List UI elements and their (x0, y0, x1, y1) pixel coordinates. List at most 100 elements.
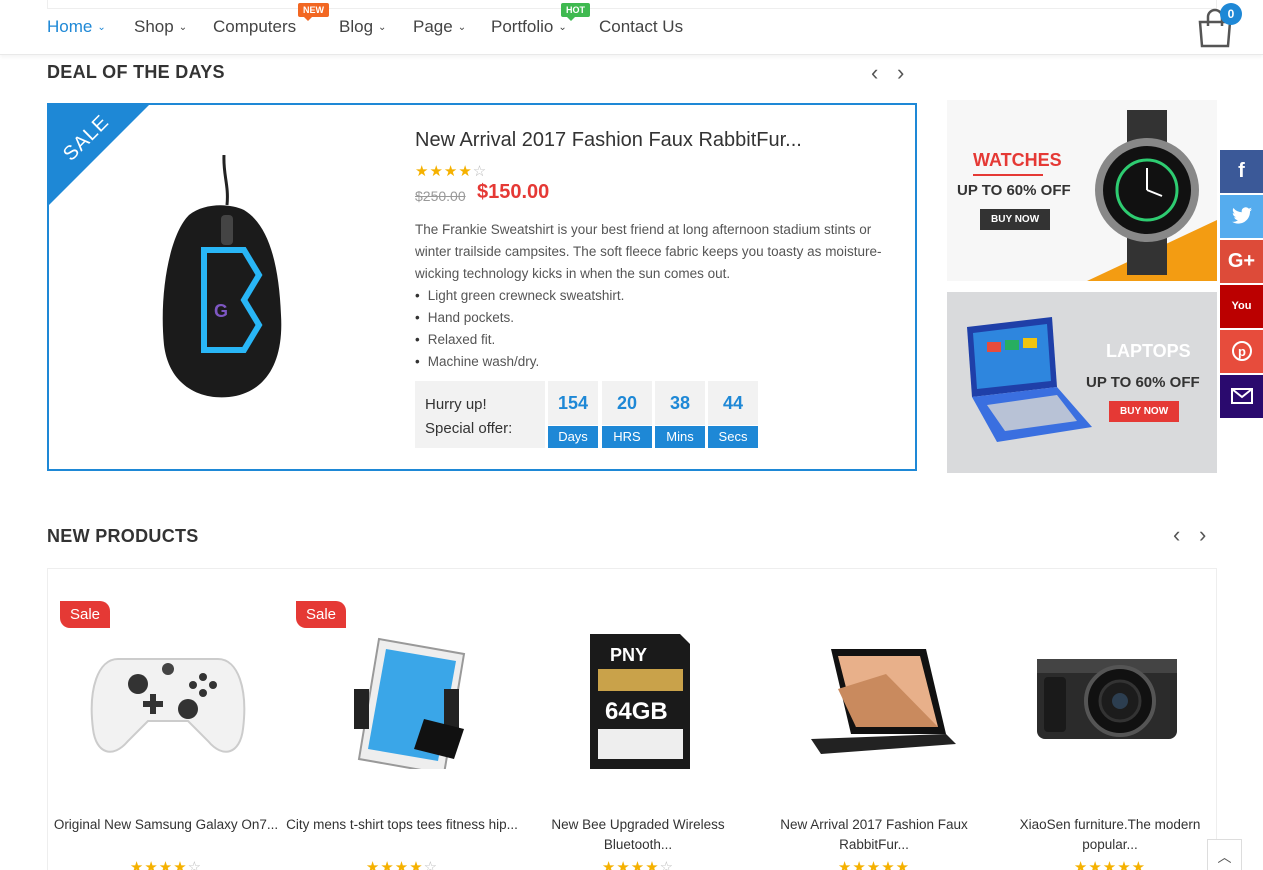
chevron-down-icon: ⌄ (178, 22, 188, 33)
nav-shop[interactable]: Shop ⌄ (134, 17, 187, 37)
watches-banner-title: WATCHES (973, 150, 1062, 170)
svg-text:p: p (1238, 344, 1246, 359)
laptops-buy-now-button[interactable]: BUY NOW (1109, 401, 1180, 422)
new-badge: NEW (298, 3, 329, 21)
feature-item: Relaxed fit. (415, 329, 624, 351)
top-navigation: Home ⌄ Shop ⌄ Computers NEW Blog ⌄ Page ⌄ Po… (0, 0, 1263, 55)
new-products-carousel: Sale Original New Samsung Galaxy On7... … (47, 568, 1217, 870)
twitter-icon[interactable] (1220, 195, 1263, 238)
product-rating-stars: ★★★★☆ (129, 859, 203, 870)
chevron-down-icon: ⌄ (457, 22, 467, 33)
nav-page[interactable]: Page ⌄ (413, 17, 466, 37)
chevron-down-icon: ⌄ (558, 22, 567, 33)
product-card[interactable]: PNY 64GB New Bee Upgraded Wireless Bluet… (520, 569, 756, 870)
chevron-down-icon: ⌄ (378, 22, 387, 33)
pinterest-icon[interactable]: p (1220, 330, 1263, 373)
hot-badge: HOT (561, 3, 590, 21)
product-name[interactable]: New Arrival 2017 Fashion Faux RabbitFur.… (756, 815, 992, 855)
products-prev-arrow-icon[interactable]: ‹ (1173, 524, 1180, 546)
product-card[interactable]: XiaoSen furniture.The modern popular... … (992, 569, 1228, 870)
laptops-banner[interactable]: LAPTOPS UP TO 60% OFF BUY NOW (947, 292, 1217, 473)
countdown-secs-value: 44 (708, 381, 758, 425)
product-rating-stars: ★★★★★ (1073, 859, 1147, 870)
game-controller-image (90, 658, 246, 753)
new-products-title: NEW PRODUCTS (47, 526, 199, 546)
nav-contact-us[interactable]: Contact Us (599, 17, 683, 37)
deal-next-arrow-icon[interactable]: › (897, 62, 904, 84)
product-name[interactable]: Original New Samsung Galaxy On7... (48, 815, 284, 835)
deal-rating-stars: ★★★★☆ (415, 163, 488, 180)
convertible-laptop-image (811, 649, 956, 754)
pinterest-p-icon: p (1231, 341, 1252, 361)
laptop-image (967, 317, 1092, 442)
google-plus-icon[interactable]: G+ (1220, 240, 1263, 283)
product-card[interactable]: Sale City mens t-shirt tops tees fitness… (284, 569, 520, 870)
nav-home[interactable]: Home ⌄ (47, 17, 106, 37)
deal-prev-arrow-icon[interactable]: ‹ (871, 62, 878, 84)
twitter-bird-icon (1231, 207, 1252, 224)
facebook-glyph: f (1238, 160, 1245, 182)
svg-text:PNY: PNY (610, 645, 647, 665)
feature-item: Light green crewneck sweatshirt. (415, 285, 625, 307)
product-rating-stars: ★★★★☆ (365, 859, 439, 870)
nav-portfolio[interactable]: Portfolio ⌄ (491, 17, 567, 37)
product-name[interactable]: XiaoSen furniture.The modern popular... (992, 815, 1228, 855)
svg-text:G: G (214, 301, 228, 321)
gaming-mouse-image[interactable]: G (149, 155, 299, 405)
watches-banner[interactable]: WATCHES UP TO 60% OFF BUY NOW (947, 100, 1217, 281)
product-name[interactable]: New Bee Upgraded Wireless Bluetooth... (520, 815, 756, 855)
svg-text:64GB: 64GB (605, 698, 668, 725)
countdown-hours-label: HRS (602, 426, 652, 448)
product-name[interactable]: City mens t-shirt tops tees fitness hip.… (284, 815, 520, 835)
countdown-days: 154 Days (548, 381, 598, 448)
deal-description: The Frankie Sweatshirt is your best frie… (415, 222, 882, 281)
watches-buy-now-button[interactable]: BUY NOW (980, 209, 1051, 230)
nav-blog-label: Blog (339, 17, 374, 36)
deal-product-title[interactable]: New Arrival 2017 Fashion Faux RabbitFur.… (415, 129, 802, 152)
chevron-down-icon: ⌄ (97, 22, 106, 33)
countdown-mins-label: Mins (655, 426, 705, 448)
nav-computers-label: Computers (213, 17, 297, 36)
product-card[interactable]: Sale Original New Samsung Galaxy On7... … (48, 569, 284, 870)
nav-computers[interactable]: Computers (213, 17, 296, 37)
laptops-banner-subtitle: UP TO 60% OFF (1086, 374, 1200, 391)
title-underline (973, 174, 1043, 176)
sd-card-image: PNY 64GB (590, 634, 690, 769)
nav-shop-label: Shop (134, 17, 174, 36)
youtube-icon[interactable]: You (1220, 285, 1263, 328)
hurry-line-1: Hurry up! (425, 396, 487, 413)
deal-old-price: $250.00 (415, 188, 466, 204)
nav-portfolio-label: Portfolio (491, 17, 554, 36)
product-card[interactable]: New Arrival 2017 Fashion Faux RabbitFur.… (756, 569, 992, 870)
watches-banner-subtitle: UP TO 60% OFF (957, 182, 1071, 199)
deal-new-price: $150.00 (477, 181, 550, 203)
product-rating-stars: ★★★★★ (837, 859, 911, 870)
google-plus-glyph: G+ (1227, 250, 1256, 272)
hurry-up-label: Hurry up! Special offer: (415, 381, 545, 448)
feature-item: Machine wash/dry. (415, 351, 624, 373)
countdown-secs: 44 Secs (708, 381, 758, 448)
envelope-icon (1230, 388, 1253, 404)
nav-page-label: Page (413, 17, 453, 36)
laptops-banner-title: LAPTOPS (1106, 341, 1191, 361)
sale-badge: Sale (296, 601, 347, 628)
email-icon[interactable] (1220, 375, 1263, 418)
smartwatch-image (1087, 110, 1217, 281)
youtube-glyph: You (1231, 300, 1252, 312)
deal-card: SALE G New Arrival 2017 Fashion Faux Rab… (47, 103, 917, 471)
countdown-days-value: 154 (548, 381, 598, 425)
scroll-to-top-button[interactable]: ︿ (1207, 839, 1242, 870)
nav-blog[interactable]: Blog ⌄ (339, 17, 386, 37)
countdown-hours-value: 20 (602, 381, 652, 425)
countdown-days-label: Days (548, 426, 598, 448)
facebook-icon[interactable]: f (1220, 150, 1263, 193)
hurry-line-2: Special offer: (425, 420, 513, 437)
sale-badge: Sale (60, 601, 111, 628)
cart-count-badge: 0 (1220, 3, 1242, 25)
countdown-secs-label: Secs (708, 426, 758, 448)
countdown-hours: 20 HRS (602, 381, 652, 448)
countdown-mins: 38 Mins (655, 381, 705, 448)
header-divider (47, 0, 1217, 9)
deal-feature-list: Light green crewneck sweatshirt. Hand po… (415, 285, 625, 373)
products-next-arrow-icon[interactable]: › (1199, 524, 1206, 546)
